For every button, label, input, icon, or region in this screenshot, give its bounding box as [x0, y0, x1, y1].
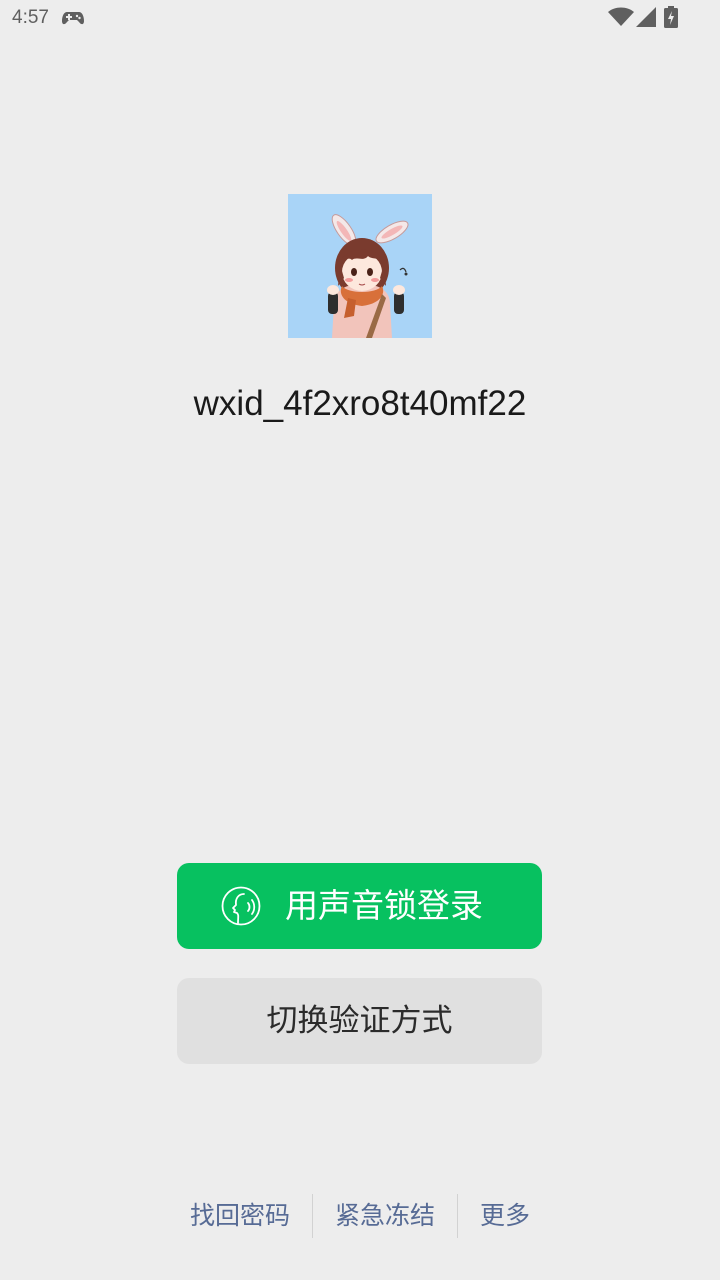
more-link[interactable]: 更多	[480, 1194, 530, 1238]
recover-password-link[interactable]: 找回密码	[190, 1194, 290, 1238]
battery-charging-icon	[664, 6, 678, 28]
login-screen: 4:57 wxid_4f2xro8t40mf22 用声音锁登录 切换验证方式 找…	[0, 0, 720, 1280]
link-divider	[312, 1194, 313, 1238]
link-divider	[457, 1194, 458, 1238]
voice-lock-login-label: 用声音锁登录	[285, 886, 483, 925]
gamepad-icon	[62, 12, 84, 25]
voice-lock-login-button[interactable]: 用声音锁登录	[177, 863, 542, 949]
footer-links: 找回密码 紧急冻结 更多	[0, 1194, 720, 1238]
wifi-icon	[608, 7, 634, 26]
voice-lock-icon	[221, 886, 261, 926]
avatar-illustration	[288, 194, 432, 338]
username: wxid_4f2xro8t40mf22	[193, 384, 527, 423]
status-time: 4:57	[12, 7, 49, 28]
status-bar: 4:57	[0, 0, 720, 38]
avatar	[288, 194, 432, 338]
signal-icon	[636, 7, 656, 27]
emergency-freeze-link[interactable]: 紧急冻结	[335, 1194, 435, 1238]
switch-verification-button[interactable]: 切换验证方式	[177, 978, 542, 1064]
